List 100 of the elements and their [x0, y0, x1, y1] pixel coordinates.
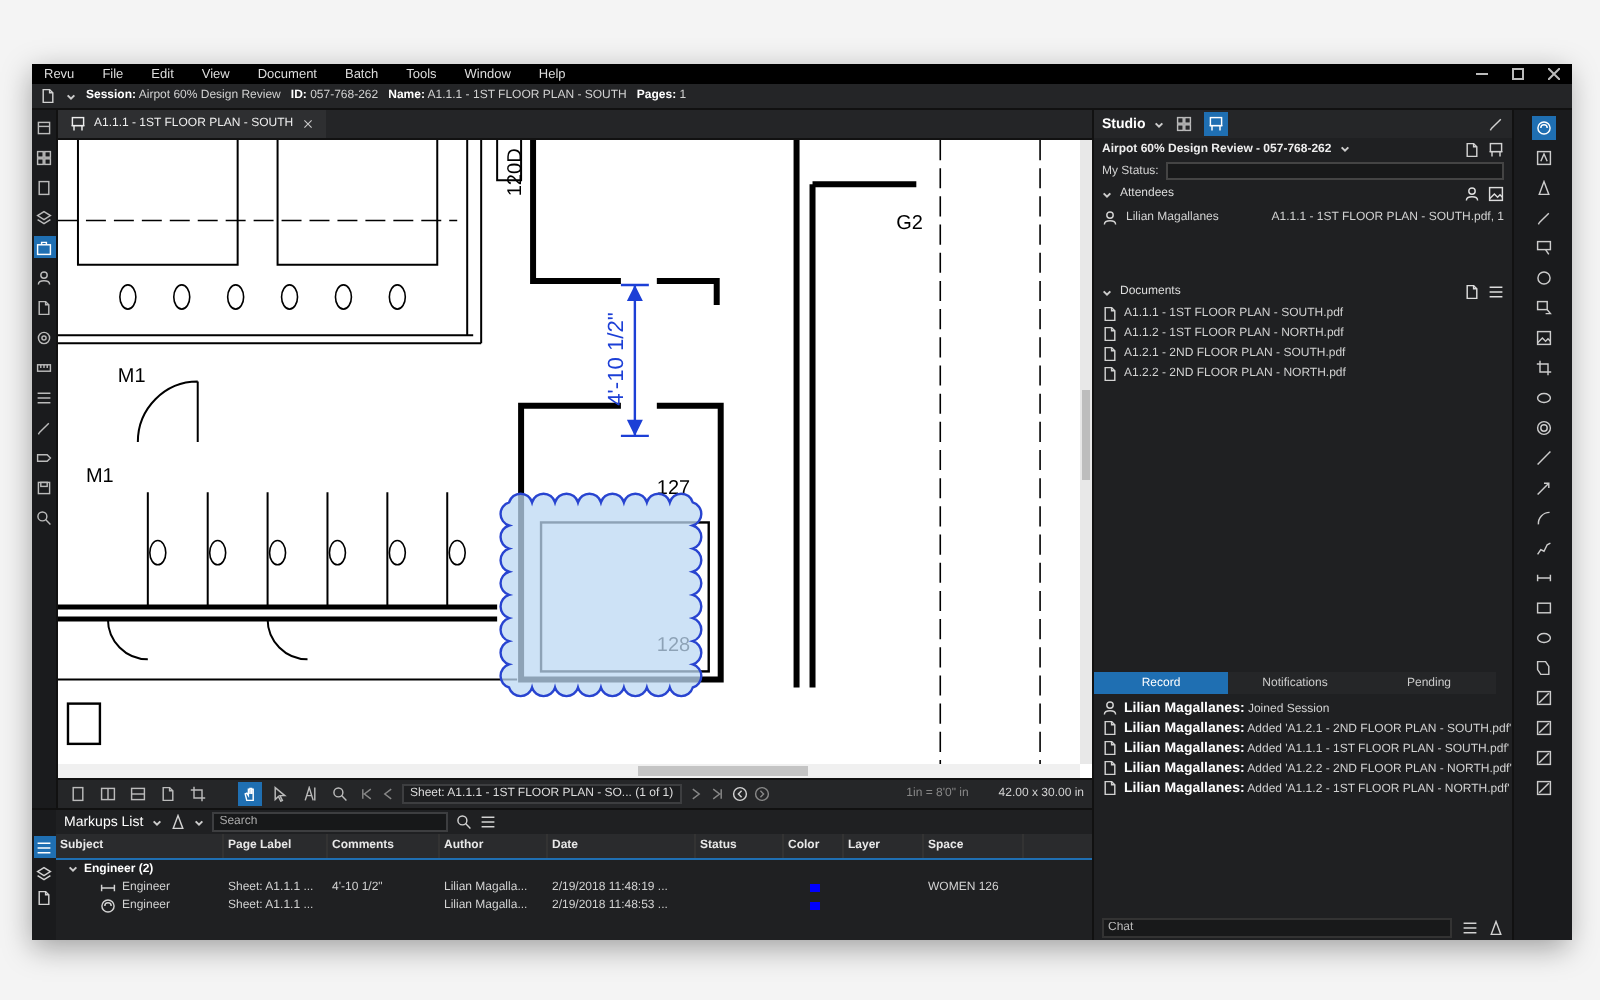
document-icon — [160, 786, 176, 802]
list-icon[interactable] — [479, 814, 496, 830]
forward-icon[interactable] — [753, 786, 770, 802]
minimize-icon[interactable] — [1476, 68, 1488, 80]
room-tag: 128 — [656, 635, 691, 658]
panel-button[interactable] — [33, 296, 55, 318]
document-icon[interactable] — [1464, 141, 1480, 157]
next-page-icon[interactable] — [687, 786, 704, 802]
tool-button[interactable] — [96, 782, 120, 806]
caret-icon — [66, 91, 76, 101]
person-icon — [36, 269, 52, 285]
single-page-icon — [70, 786, 86, 802]
close-icon[interactable] — [301, 118, 314, 130]
chair-icon[interactable] — [1488, 141, 1504, 157]
layers-icon[interactable] — [36, 866, 52, 882]
caret-icon — [193, 817, 204, 827]
tool-button[interactable] — [1531, 446, 1555, 470]
vertical-scrollbar[interactable] — [1080, 140, 1092, 764]
ellipse-icon — [1535, 630, 1551, 646]
dimension-label: 4'-10 1/2" — [604, 312, 629, 406]
document-icon — [1102, 780, 1118, 796]
tag-icon — [36, 449, 52, 465]
close-icon[interactable] — [1548, 68, 1560, 80]
panel-button[interactable] — [33, 146, 55, 168]
search-icon[interactable] — [455, 814, 472, 830]
tool-button[interactable] — [268, 782, 292, 806]
list-icon[interactable] — [1488, 284, 1504, 300]
tool-button[interactable] — [1531, 746, 1555, 770]
list-icon[interactable] — [1462, 919, 1478, 935]
panel-button[interactable] — [33, 506, 55, 528]
caret-icon[interactable] — [1102, 189, 1112, 199]
maximize-icon[interactable] — [1512, 68, 1524, 80]
image-icon — [1535, 330, 1551, 346]
tool-button[interactable] — [66, 782, 90, 806]
ellipse-icon — [1535, 390, 1551, 406]
tool-button[interactable] — [1531, 236, 1555, 260]
list-button[interactable] — [33, 836, 55, 858]
tool-button[interactable] — [1531, 146, 1555, 170]
tool-button[interactable] — [1531, 116, 1555, 140]
tool-button[interactable] — [1531, 656, 1555, 680]
caret-icon[interactable] — [68, 864, 78, 874]
document-icon[interactable] — [40, 88, 56, 104]
panel-button[interactable] — [33, 236, 55, 258]
ruler-icon — [36, 359, 52, 375]
document-icon — [1102, 366, 1118, 382]
document-icon — [1102, 740, 1118, 756]
panel-button[interactable] — [33, 266, 55, 288]
callout-icon — [1535, 240, 1551, 256]
panel-button[interactable] — [33, 176, 55, 198]
tool-button[interactable] — [1531, 356, 1555, 380]
tool-button[interactable] — [1531, 296, 1555, 320]
pen-icon — [1535, 210, 1551, 226]
measure-icon — [1535, 720, 1551, 736]
room-tag: G2 — [896, 212, 923, 235]
room-tag: 127 — [656, 478, 691, 501]
horizontal-scrollbar[interactable] — [58, 764, 1080, 778]
zoom-icon — [332, 786, 348, 802]
cloud-markup[interactable] — [499, 492, 703, 698]
tool-button[interactable] — [1531, 476, 1555, 500]
note-icon — [1535, 300, 1551, 316]
document-icon[interactable] — [1464, 284, 1480, 300]
panel-button[interactable] — [33, 116, 55, 138]
mode-button[interactable] — [1203, 112, 1228, 136]
tool-button[interactable] — [328, 782, 352, 806]
chair-icon — [1207, 116, 1224, 132]
caret-icon — [151, 817, 162, 827]
tool-button[interactable] — [1531, 266, 1555, 290]
first-page-icon[interactable] — [358, 786, 374, 802]
tool-button[interactable] — [1531, 416, 1555, 440]
tool-button[interactable] — [1531, 596, 1555, 620]
panel-button[interactable] — [33, 206, 55, 228]
circle-icon — [1535, 270, 1551, 286]
tool-button[interactable] — [1531, 716, 1555, 740]
pen-icon[interactable] — [1488, 116, 1504, 132]
mode-button[interactable] — [1171, 112, 1196, 136]
panel-button[interactable] — [33, 476, 55, 498]
arc-icon — [1535, 510, 1551, 526]
cursor-icon — [272, 786, 288, 802]
page-icon — [36, 179, 52, 195]
previous-page-icon[interactable] — [380, 786, 396, 802]
briefcase-icon — [36, 239, 52, 255]
tool-button[interactable] — [156, 782, 180, 806]
tool-button[interactable] — [126, 782, 150, 806]
split-view-icon — [100, 786, 116, 802]
caret-icon[interactable] — [1102, 287, 1112, 297]
tool-button[interactable] — [1531, 776, 1555, 800]
door-tag: 120D — [505, 148, 528, 197]
tool-button[interactable] — [1531, 686, 1555, 710]
panel-button[interactable] — [33, 386, 55, 408]
highlighter-icon[interactable] — [169, 814, 186, 830]
last-page-icon[interactable] — [709, 786, 726, 802]
back-icon[interactable] — [731, 786, 748, 802]
panel-button[interactable] — [33, 326, 55, 348]
settings-icon — [36, 329, 52, 345]
tool-button[interactable] — [1531, 326, 1555, 350]
image-icon[interactable] — [1488, 186, 1504, 202]
person-icon[interactable] — [1464, 186, 1480, 202]
document-icon[interactable] — [36, 890, 52, 906]
highlighter-icon[interactable] — [1488, 919, 1504, 935]
document-icon — [1102, 306, 1118, 322]
